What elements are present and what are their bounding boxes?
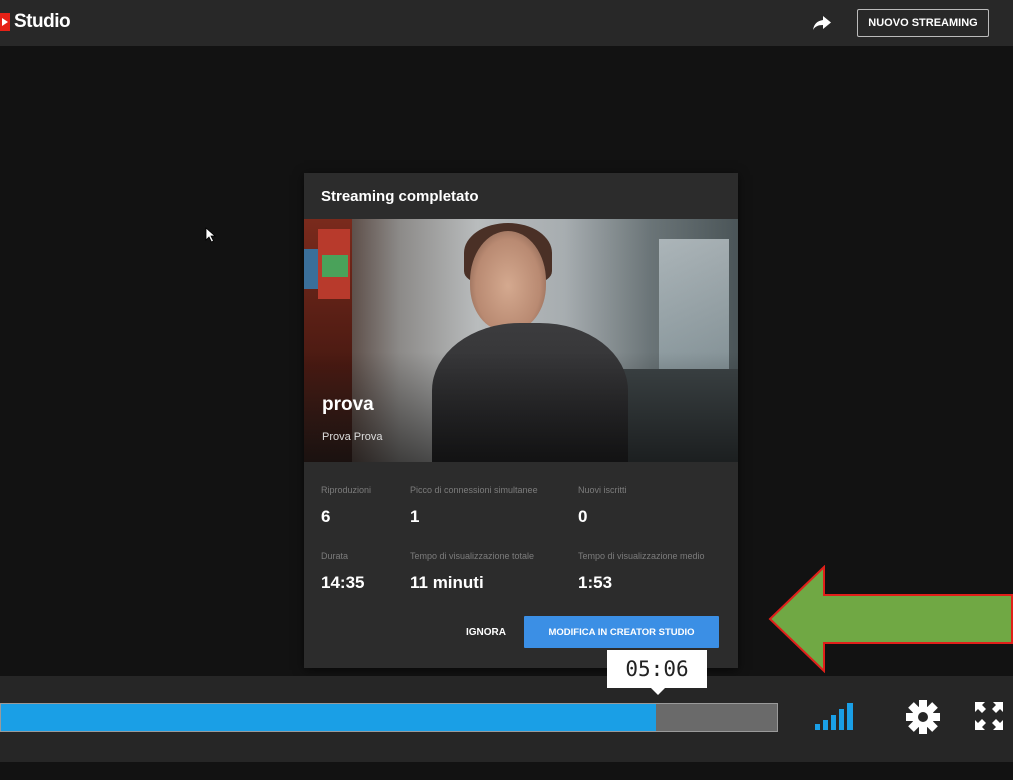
channel-name: Prova Prova (322, 431, 383, 443)
stat-label: Tempo di visualizzazione totale (410, 551, 535, 561)
stat-value: 0 (578, 507, 588, 526)
stat-total-watch-time: Tempo di visualizzazione totale 11 minut… (410, 551, 534, 593)
stat-peak-concurrent: Picco di connessioni simultanee 1 (410, 485, 538, 527)
new-stream-button[interactable]: NUOVO STREAMING (857, 9, 989, 37)
video-title: prova (322, 394, 374, 415)
fullscreen-icon[interactable] (973, 700, 1005, 732)
ignore-button[interactable]: IGNORA (446, 616, 526, 648)
arrow-annotation-icon (768, 565, 1013, 673)
share-icon (813, 16, 831, 30)
app-title[interactable]: Studio (14, 11, 71, 33)
stat-value: 6 (321, 507, 331, 526)
stat-average-watch-time: Tempo di visualizzazione medio 1:53 (578, 551, 705, 593)
stat-value: 14:35 (321, 573, 365, 592)
signal-icon[interactable] (815, 700, 875, 732)
stat-label: Durata (321, 551, 349, 561)
bottom-strip (0, 762, 1013, 780)
progress-bar[interactable] (0, 703, 778, 732)
stat-label: Nuovi iscritti (578, 485, 627, 495)
stat-value: 1 (410, 507, 420, 526)
stat-views: Riproduzioni 6 (321, 485, 371, 527)
top-bar: Studio NUOVO STREAMING (0, 0, 1013, 46)
stream-complete-dialog: Streaming completato prova Prova Prova R… (304, 173, 738, 668)
stat-duration: Durata 14:35 (321, 551, 364, 593)
video-thumbnail[interactable]: prova Prova Prova (304, 219, 738, 462)
stat-label: Riproduzioni (321, 485, 372, 495)
stat-value: 11 minuti (410, 573, 484, 592)
share-button[interactable] (810, 12, 834, 34)
gear-icon[interactable] (903, 697, 943, 737)
dialog-actions: IGNORA MODIFICA IN CREATOR STUDIO (304, 616, 738, 650)
youtube-logo-icon[interactable] (0, 13, 10, 31)
stat-label: Picco di connessioni simultanee (410, 485, 538, 495)
seek-timestamp-tooltip: 05:06 (607, 650, 707, 695)
stat-value: 1:53 (578, 573, 613, 592)
progress-fill (1, 704, 656, 731)
edit-in-creator-studio-button[interactable]: MODIFICA IN CREATOR STUDIO (524, 616, 719, 648)
stat-new-subscribers: Nuovi iscritti 0 (578, 485, 627, 527)
cursor-icon (205, 227, 217, 243)
dialog-title: Streaming completato (321, 188, 479, 205)
stat-label: Tempo di visualizzazione medio (578, 551, 705, 561)
